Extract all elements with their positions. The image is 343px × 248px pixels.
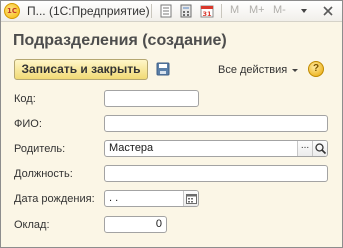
1c-logo-icon[interactable]: 1С — [4, 3, 20, 19]
memory-subtract-button[interactable]: M- — [273, 4, 286, 16]
position-input[interactable] — [104, 165, 328, 182]
birthdate-input[interactable]: . . — [104, 190, 199, 207]
all-actions-menu[interactable]: Все действия — [218, 64, 287, 76]
window-title: П... (1С:Предприятие) — [27, 4, 150, 18]
toolbar-separator — [221, 4, 222, 18]
calendar-button[interactable] — [183, 191, 198, 206]
calendar-icon[interactable]: 31 — [200, 4, 214, 18]
document-icon[interactable] — [159, 4, 173, 18]
calendar-icon — [186, 194, 197, 204]
fio-input[interactable] — [104, 115, 328, 132]
select-button[interactable]: ... — [297, 141, 312, 156]
birthdate-label: Дата рождения: — [14, 193, 95, 205]
close-icon[interactable] — [322, 5, 334, 17]
parent-value: Мастера — [109, 142, 154, 154]
memory-m-button[interactable]: M — [230, 4, 239, 16]
birthdate-value: . . — [109, 192, 119, 204]
toolbar-separator — [151, 4, 152, 18]
form-window: 1С П... (1С:Предприятие) 31 M M+ M- Подр… — [0, 0, 343, 248]
calculator-icon[interactable] — [179, 4, 193, 18]
chevron-down-icon[interactable] — [292, 69, 298, 72]
save-icon[interactable] — [156, 62, 170, 76]
form-title: Подразделения (создание) — [13, 32, 227, 49]
parent-input[interactable]: Мастера ... — [104, 140, 328, 157]
code-label: Код: — [14, 93, 36, 105]
window-menu-arrow-icon[interactable] — [301, 9, 307, 13]
svg-text:31: 31 — [202, 10, 212, 18]
fio-label: ФИО: — [14, 118, 42, 130]
search-icon — [315, 143, 327, 155]
save-and-close-button[interactable]: Записать и закрыть — [14, 59, 148, 80]
code-input[interactable] — [104, 90, 199, 107]
salary-label: Оклад: — [14, 219, 50, 231]
memory-add-button[interactable]: M+ — [249, 4, 265, 16]
title-bar: 1С П... (1С:Предприятие) 31 M M+ M- — [1, 1, 342, 22]
salary-input[interactable]: 0 — [104, 216, 167, 233]
open-button[interactable] — [312, 141, 327, 156]
help-icon[interactable]: ? — [308, 61, 324, 77]
parent-label: Родитель: — [14, 143, 66, 155]
command-bar: Записать и закрыть Все действия ? — [1, 57, 342, 83]
position-label: Должность: — [14, 168, 73, 180]
